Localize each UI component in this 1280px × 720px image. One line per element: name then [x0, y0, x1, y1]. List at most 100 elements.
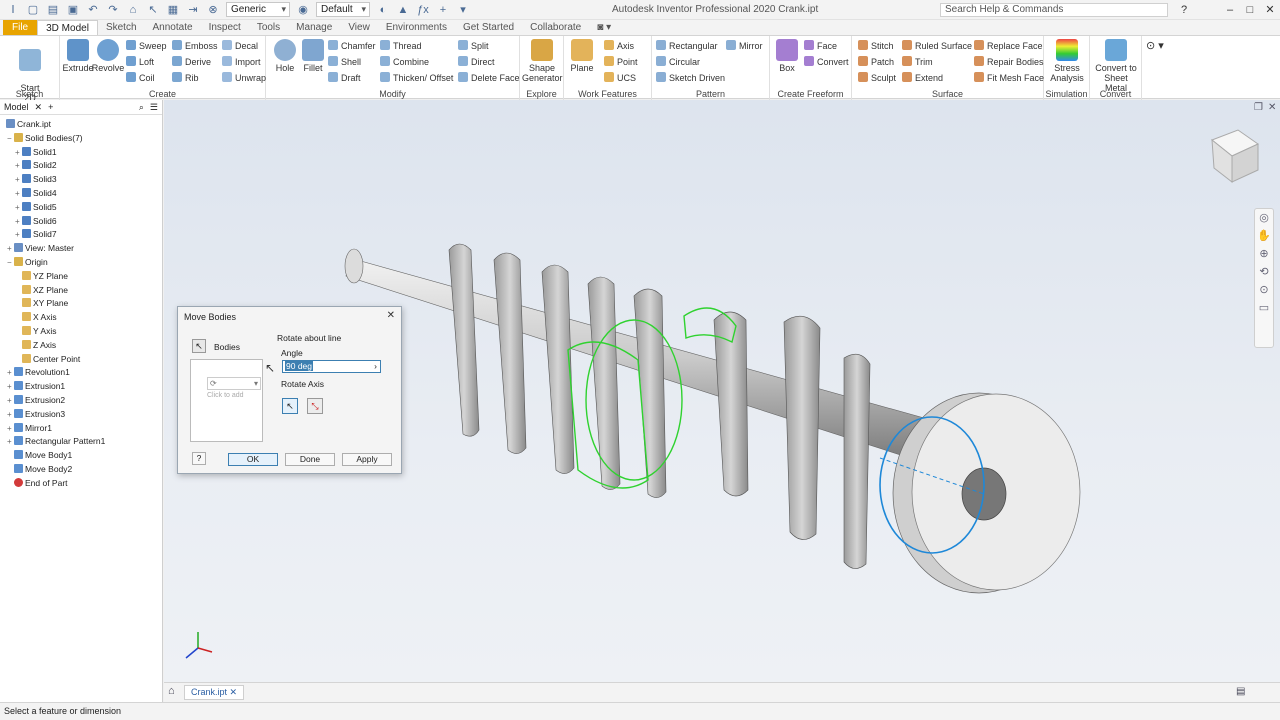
tab-tools[interactable]: Tools [249, 20, 288, 35]
tree-item[interactable]: + View: Master [7, 242, 74, 255]
tab-crank-ipt[interactable]: Crank.ipt ✕ [184, 685, 245, 700]
direct-button[interactable]: Direct [458, 55, 495, 69]
expand-icon[interactable]: + [7, 435, 12, 448]
expand-icon[interactable]: + [15, 228, 20, 241]
angle-input[interactable]: 90 deg › [282, 360, 381, 373]
measure-icon[interactable]: ⇥ [186, 3, 200, 17]
redo-icon[interactable]: ↷ [106, 3, 120, 17]
tree-item[interactable]: Y Axis [22, 325, 56, 338]
done-button[interactable]: Done [285, 453, 335, 466]
decal-button[interactable]: Decal [222, 39, 258, 53]
tree-item[interactable]: Move Body1 [14, 449, 72, 462]
tab-sketch[interactable]: Sketch [98, 20, 145, 35]
tree-item[interactable]: + Solid1 [15, 146, 57, 159]
tab-annotate[interactable]: Annotate [145, 20, 201, 35]
axis-button[interactable]: Axis [604, 39, 634, 53]
tree-item[interactable]: X Axis [22, 311, 57, 324]
tab-inspect[interactable]: Inspect [201, 20, 249, 35]
search-icon[interactable]: ⌕ [139, 102, 144, 113]
ok-button[interactable]: OK [228, 453, 278, 466]
move-type-dropdown[interactable]: ⟳ ▾ [207, 377, 261, 390]
zoom-icon[interactable]: ⊕ [1255, 245, 1273, 263]
draft-button[interactable]: Draft [328, 71, 361, 85]
tab-get-started[interactable]: Get Started [455, 20, 522, 35]
open-folder-icon[interactable]: ▤ [46, 3, 60, 17]
ribbon-options-icon[interactable]: ⊙ ▾ [1146, 39, 1164, 53]
add-tab-icon[interactable]: + [48, 102, 53, 112]
point-button[interactable]: Point [604, 55, 638, 69]
help-icon[interactable]: ? [1176, 2, 1192, 18]
trim-button[interactable]: Trim [902, 55, 933, 69]
split-button[interactable]: Split [458, 39, 489, 53]
browser-tab-model[interactable]: Model [4, 102, 29, 112]
close-button[interactable]: ✕ [1262, 2, 1278, 18]
pan-icon[interactable]: ✋ [1255, 227, 1273, 245]
tree-item[interactable]: Center Point [22, 353, 80, 366]
undo-icon[interactable]: ↶ [86, 3, 100, 17]
tree-item[interactable]: Z Axis [22, 339, 56, 352]
expand-icon[interactable]: − [7, 256, 12, 269]
coil-button[interactable]: Coil [126, 71, 155, 85]
minimize-button[interactable]: – [1222, 2, 1238, 18]
tree-item[interactable]: + Extrusion1 [7, 380, 65, 393]
rib-button[interactable]: Rib [172, 71, 199, 85]
tab-3d-model[interactable]: 3D Model [37, 20, 98, 35]
update-icon[interactable]: ▦ [166, 3, 180, 17]
expand-icon[interactable]: + [7, 422, 12, 435]
ucs-button[interactable]: UCS [604, 71, 636, 85]
search-input[interactable]: Search Help & Commands [940, 3, 1168, 17]
sketch-driven-button[interactable]: Sketch Driven [656, 71, 725, 85]
viewport-close-icon[interactable]: ✕ [1268, 102, 1276, 113]
tree-item[interactable]: + Solid6 [15, 215, 57, 228]
tree-item[interactable]: + Rectangular Pattern1 [7, 435, 105, 448]
viewport-restore-icon[interactable]: ❐ [1254, 102, 1263, 113]
help-button-icon[interactable]: ? [192, 452, 206, 465]
hole-button[interactable]: Hole [270, 39, 300, 73]
menu-icon[interactable]: ☰ [150, 102, 158, 113]
ruled-surface-button[interactable]: Ruled Surface [902, 39, 972, 53]
tab-collaborate[interactable]: Collaborate [522, 20, 589, 35]
tab-file[interactable]: File [3, 20, 38, 35]
expand-icon[interactable]: + [15, 215, 20, 228]
tree-item[interactable]: + Solid2 [15, 159, 57, 172]
replace-face-button[interactable]: Replace Face [974, 39, 1043, 53]
home-icon[interactable]: ⌂ [126, 3, 140, 17]
tree-item[interactable]: + Extrusion2 [7, 394, 65, 407]
expand-icon[interactable]: + [7, 242, 12, 255]
flip-axis-icon[interactable]: ⤡ [307, 398, 323, 414]
expand-icon[interactable]: − [7, 132, 12, 145]
bodies-list[interactable]: ⟳ ▾ Click to add [190, 359, 263, 442]
dialog-close-icon[interactable]: ✕ [387, 310, 395, 321]
tab-list-icon[interactable]: ▤ [1236, 686, 1245, 697]
plus-icon[interactable]: + [436, 3, 450, 17]
tree-item[interactable]: + Solid5 [15, 201, 57, 214]
expand-icon[interactable]: + [15, 201, 20, 214]
fillet-button[interactable]: Fillet [298, 39, 328, 73]
revolve-button[interactable]: Revolve [90, 39, 126, 73]
shell-button[interactable]: Shell [328, 55, 361, 69]
tree-item[interactable]: + Mirror1 [7, 422, 52, 435]
tree-item[interactable]: Move Body2 [14, 463, 72, 476]
save-icon[interactable]: ▣ [66, 3, 80, 17]
convert-to-sheet-metal-button[interactable]: Convert to Sheet Metal [1092, 39, 1140, 93]
apply-button[interactable]: Apply [342, 453, 392, 466]
loft-button[interactable]: Loft [126, 55, 154, 69]
stress-analysis-button[interactable]: Stress Analysis [1048, 39, 1086, 83]
tree-item[interactable]: End of Part [14, 477, 68, 490]
steering-wheel-icon[interactable]: ◎ [1255, 209, 1273, 227]
patch-button[interactable]: Patch [858, 55, 894, 69]
tree-item[interactable]: − Solid Bodies(7) [7, 132, 83, 145]
repair-bodies-button[interactable]: Repair Bodies [974, 55, 1044, 69]
import-button[interactable]: Import [222, 55, 261, 69]
orbit-icon[interactable]: ⟲ [1255, 263, 1273, 281]
face-button[interactable]: Face [804, 39, 837, 53]
tree-item[interactable]: + Extrusion3 [7, 408, 65, 421]
look-at-icon[interactable]: ⊙ [1255, 281, 1273, 299]
bodies-select-icon[interactable]: ↖ [192, 339, 206, 353]
expand-icon[interactable]: + [15, 146, 20, 159]
circular-pattern-button[interactable]: Circular [656, 55, 700, 69]
plane-button[interactable]: Plane [566, 39, 598, 73]
delete-face-button[interactable]: Delete Face [458, 71, 520, 85]
appearance-dropdown[interactable]: Default [316, 2, 370, 17]
close-icon[interactable]: ✕ [35, 102, 43, 113]
